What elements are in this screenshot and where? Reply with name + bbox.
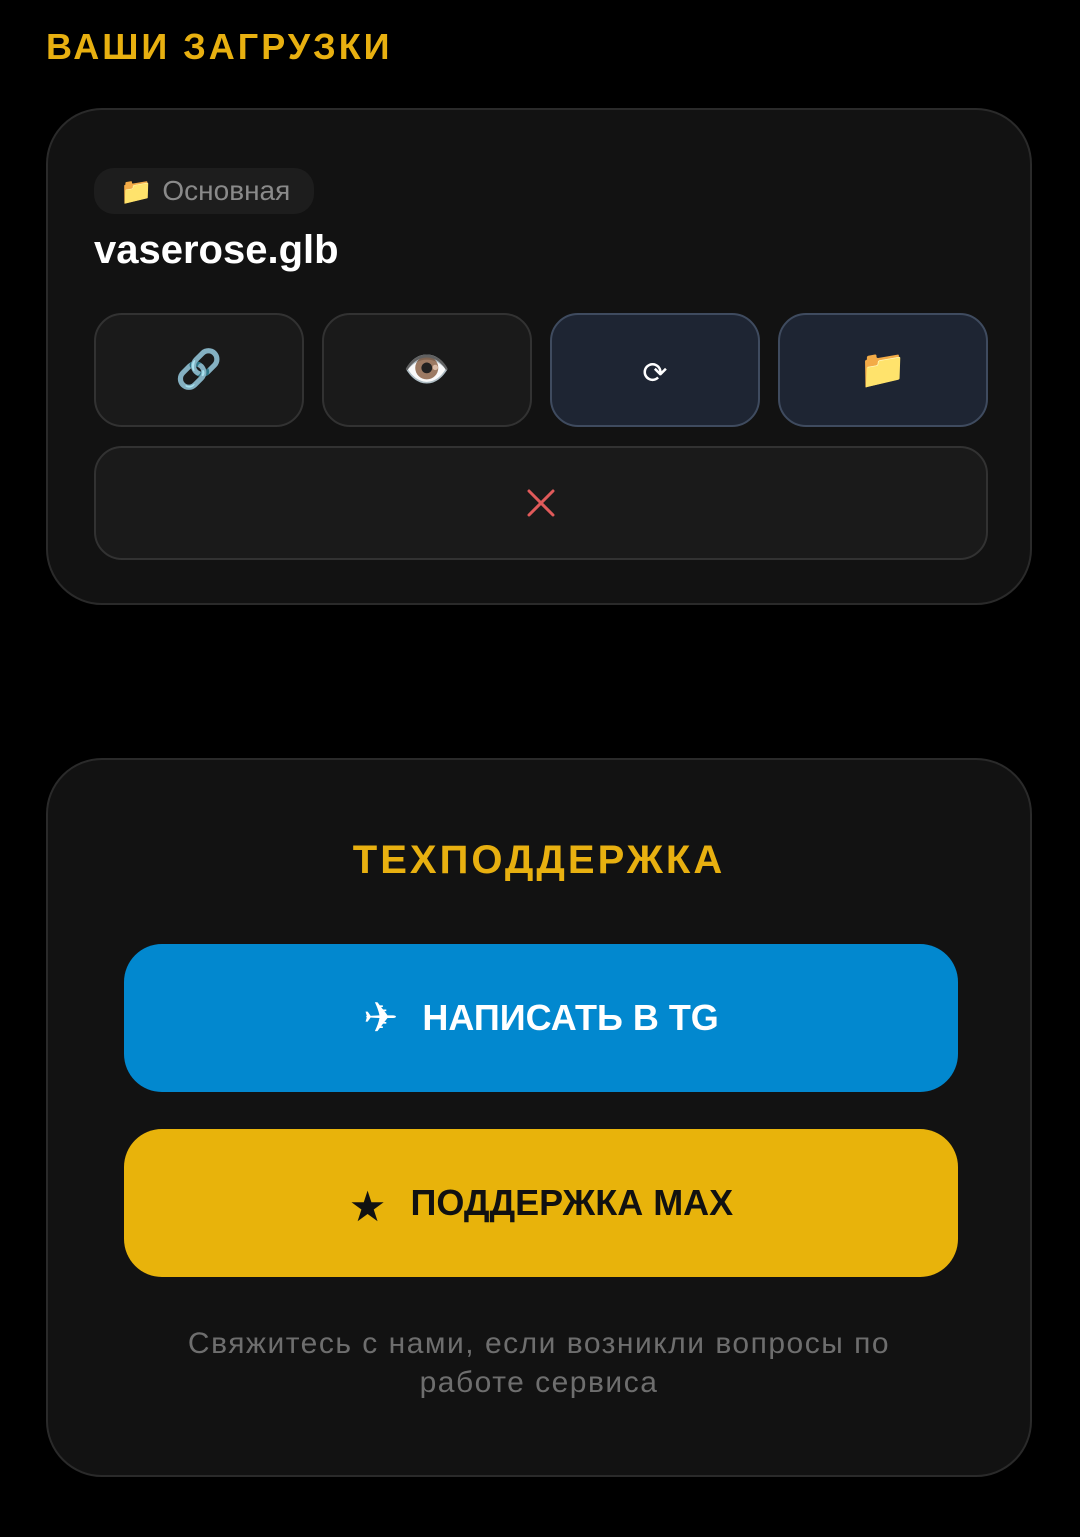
refresh-icon: ⟳	[642, 355, 668, 391]
move-folder-button[interactable]: 📁	[778, 313, 988, 427]
support-max-button[interactable]: ★ ПОДДЕРЖКА MAX	[124, 1129, 958, 1277]
copy-link-button[interactable]: 🔗	[94, 313, 304, 427]
close-icon	[527, 489, 555, 517]
uploads-section-title: ВАШИ ЗАГРУЗКИ	[46, 26, 393, 67]
folder-label: Основная	[162, 175, 291, 206]
write-tg-label: НАПИСАТЬ В TG	[422, 997, 719, 1038]
plane-icon: ✈	[363, 993, 399, 1042]
refresh-button[interactable]: ⟳	[550, 313, 760, 427]
view-button[interactable]: 👁️	[322, 313, 532, 427]
support-note: Свяжитесь с нами, если возникли вопросы …	[187, 1327, 891, 1399]
eye-icon: 👁️	[403, 349, 451, 391]
support-card: ТЕХПОДДЕРЖКА ✈ НАПИСАТЬ В TG ★ ПОДДЕРЖКА…	[46, 758, 1032, 1477]
folder-chip: 📁 Основная	[94, 168, 315, 214]
upload-item-card: 📁 Основная vaserose.glb 🔗 👁️ ⟳ 📁	[46, 108, 1032, 605]
support-max-label: ПОДДЕРЖКА MAX	[410, 1182, 734, 1223]
folder-icon: 📁	[859, 349, 907, 391]
write-tg-button[interactable]: ✈ НАПИСАТЬ В TG	[124, 944, 958, 1092]
page: ВАШИ ЗАГРУЗКИ 📁 Основная vaserose.glb 🔗 …	[0, 0, 1080, 1537]
folder-icon: 📁	[120, 176, 153, 206]
support-title: ТЕХПОДДЕРЖКА	[352, 838, 726, 882]
file-name: vaserose.glb	[94, 228, 339, 272]
delete-button[interactable]	[94, 446, 988, 560]
link-icon: 🔗	[175, 349, 223, 391]
star-icon: ★	[348, 1182, 387, 1231]
